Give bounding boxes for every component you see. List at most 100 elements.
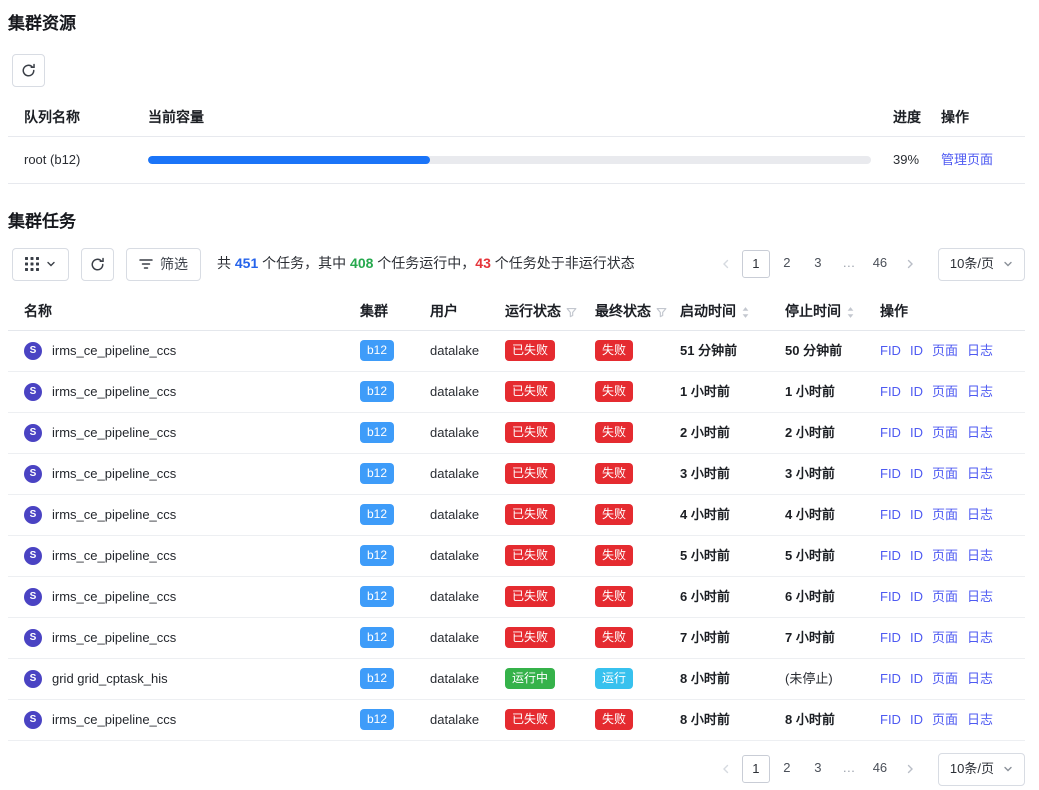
start-time: 7 小时前 xyxy=(680,629,785,647)
row-action-link[interactable]: FID xyxy=(880,465,901,483)
row-action-link[interactable]: 日志 xyxy=(967,506,993,524)
page-size-value: 10条/页 xyxy=(950,760,994,778)
row-action-link[interactable]: ID xyxy=(910,383,923,401)
run-status-cell: 已失败 xyxy=(505,545,595,566)
run-status-tag: 已失败 xyxy=(505,586,555,607)
page-button-46[interactable]: 46 xyxy=(866,250,894,278)
cluster-tag: b12 xyxy=(360,545,394,566)
cluster-tag: b12 xyxy=(360,627,394,648)
row-action-link[interactable]: 页面 xyxy=(932,465,958,483)
final-status-tag: 失败 xyxy=(595,340,633,361)
row-action-link[interactable]: 页面 xyxy=(932,711,958,729)
view-switch-button[interactable] xyxy=(12,248,69,281)
row-action-link[interactable]: 页面 xyxy=(932,588,958,606)
chevron-left-icon xyxy=(720,258,732,270)
page-button-2[interactable]: 2 xyxy=(773,755,801,783)
tasks-toolbar: 筛选 共 451 个任务，其中 408 个任务运行中，43 个任务处于非运行状态… xyxy=(8,248,1025,281)
row-action-link[interactable]: 日志 xyxy=(967,629,993,647)
row-action-link[interactable]: 日志 xyxy=(967,588,993,606)
run-status-cell: 已失败 xyxy=(505,586,595,607)
start-time: 1 小时前 xyxy=(680,383,785,401)
cluster-resources-section: 集群资源 队列名称 当前容量 进度 操作 root (b12) 39% 管理页面 xyxy=(8,12,1025,184)
name-cell: S irms_ce_pipeline_ccs xyxy=(24,342,360,360)
row-action-link[interactable]: ID xyxy=(910,424,923,442)
cluster-tasks-section: 集群任务 筛选 xyxy=(8,210,1025,786)
filter-button[interactable]: 筛选 xyxy=(126,248,201,281)
sort-icon[interactable] xyxy=(846,306,855,319)
row-action-link[interactable]: 页面 xyxy=(932,506,958,524)
row-action-link[interactable]: ID xyxy=(910,547,923,565)
run-status-tag: 已失败 xyxy=(505,709,555,730)
row-action-link[interactable]: ID xyxy=(910,670,923,688)
row-action-link[interactable]: 日志 xyxy=(967,670,993,688)
run-status-tag: 已失败 xyxy=(505,381,555,402)
prev-page-button[interactable] xyxy=(713,756,739,782)
row-action-link[interactable]: 页面 xyxy=(932,670,958,688)
pagination-pages: 123…46 xyxy=(742,250,894,278)
progress-percent: 39% xyxy=(871,151,935,169)
funnel-icon[interactable] xyxy=(656,307,667,318)
row-action-link[interactable]: 页面 xyxy=(932,547,958,565)
row-action-link[interactable]: 日志 xyxy=(967,342,993,360)
manage-page-link[interactable]: 管理页面 xyxy=(941,152,993,167)
resources-table: 队列名称 当前容量 进度 操作 root (b12) 39% 管理页面 xyxy=(8,99,1025,184)
final-status-tag: 运行 xyxy=(595,668,633,689)
chevron-right-icon xyxy=(904,763,916,775)
row-action-link[interactable]: 页面 xyxy=(932,383,958,401)
page-size-select[interactable]: 10条/页 xyxy=(938,753,1025,786)
row-action-link[interactable]: 日志 xyxy=(967,711,993,729)
row-action-link[interactable]: FID xyxy=(880,342,901,360)
name-cell: S irms_ce_pipeline_ccs xyxy=(24,465,360,483)
start-time: 8 小时前 xyxy=(680,670,785,688)
col-progress: 进度 xyxy=(871,108,935,128)
user-cell: datalake xyxy=(430,711,505,729)
row-action-link[interactable]: FID xyxy=(880,629,901,647)
next-page-button[interactable] xyxy=(897,251,923,277)
row-action-link[interactable]: 日志 xyxy=(967,547,993,565)
page-size-select[interactable]: 10条/页 xyxy=(938,248,1025,281)
row-action-link[interactable]: FID xyxy=(880,506,901,524)
prev-page-button[interactable] xyxy=(713,251,739,277)
row-action-link[interactable]: FID xyxy=(880,670,901,688)
row-action-link[interactable]: FID xyxy=(880,711,901,729)
tasks-refresh-button[interactable] xyxy=(81,248,114,281)
final-status-cell: 失败 xyxy=(595,381,680,402)
row-action-link[interactable]: 页面 xyxy=(932,342,958,360)
row-action-link[interactable]: 页面 xyxy=(932,629,958,647)
cluster-cell: b12 xyxy=(360,627,430,648)
table-row: S irms_ce_pipeline_ccs b12 datalake 已失败 … xyxy=(8,536,1025,577)
page-button-46[interactable]: 46 xyxy=(866,755,894,783)
row-action-link[interactable]: 日志 xyxy=(967,465,993,483)
page-button-1[interactable]: 1 xyxy=(742,755,770,783)
task-table: 名称 集群 用户 运行状态 最终状态 启动时间 停止时间 操作 S xyxy=(8,295,1025,741)
stop-time: 50 分钟前 xyxy=(785,342,880,360)
row-action-link[interactable]: 日志 xyxy=(967,424,993,442)
row-action-link[interactable]: FID xyxy=(880,547,901,565)
page-button-1[interactable]: 1 xyxy=(742,250,770,278)
final-status-cell: 失败 xyxy=(595,545,680,566)
page-button-2[interactable]: 2 xyxy=(773,250,801,278)
row-action-link[interactable]: ID xyxy=(910,506,923,524)
resources-refresh-button[interactable] xyxy=(12,54,45,87)
page-size-value: 10条/页 xyxy=(950,255,994,273)
funnel-icon[interactable] xyxy=(566,307,577,318)
page-button-3[interactable]: 3 xyxy=(804,250,832,278)
row-action-link[interactable]: 页面 xyxy=(932,424,958,442)
page-button-3[interactable]: 3 xyxy=(804,755,832,783)
bottom-pager-wrap: 123…46 10条/页 xyxy=(8,753,1025,786)
start-time: 8 小时前 xyxy=(680,711,785,729)
row-action-link[interactable]: ID xyxy=(910,342,923,360)
next-page-button[interactable] xyxy=(897,756,923,782)
row-action-link[interactable]: FID xyxy=(880,424,901,442)
row-action-link[interactable]: ID xyxy=(910,465,923,483)
col-name: 名称 xyxy=(24,302,360,322)
row-action-link[interactable]: FID xyxy=(880,588,901,606)
stop-time: (未停止) xyxy=(785,670,880,688)
row-action-link[interactable]: FID xyxy=(880,383,901,401)
row-action-link[interactable]: 日志 xyxy=(967,383,993,401)
row-action-link[interactable]: ID xyxy=(910,588,923,606)
sort-icon[interactable] xyxy=(741,306,750,319)
task-name: irms_ce_pipeline_ccs xyxy=(52,711,176,729)
row-action-link[interactable]: ID xyxy=(910,711,923,729)
row-action-link[interactable]: ID xyxy=(910,629,923,647)
